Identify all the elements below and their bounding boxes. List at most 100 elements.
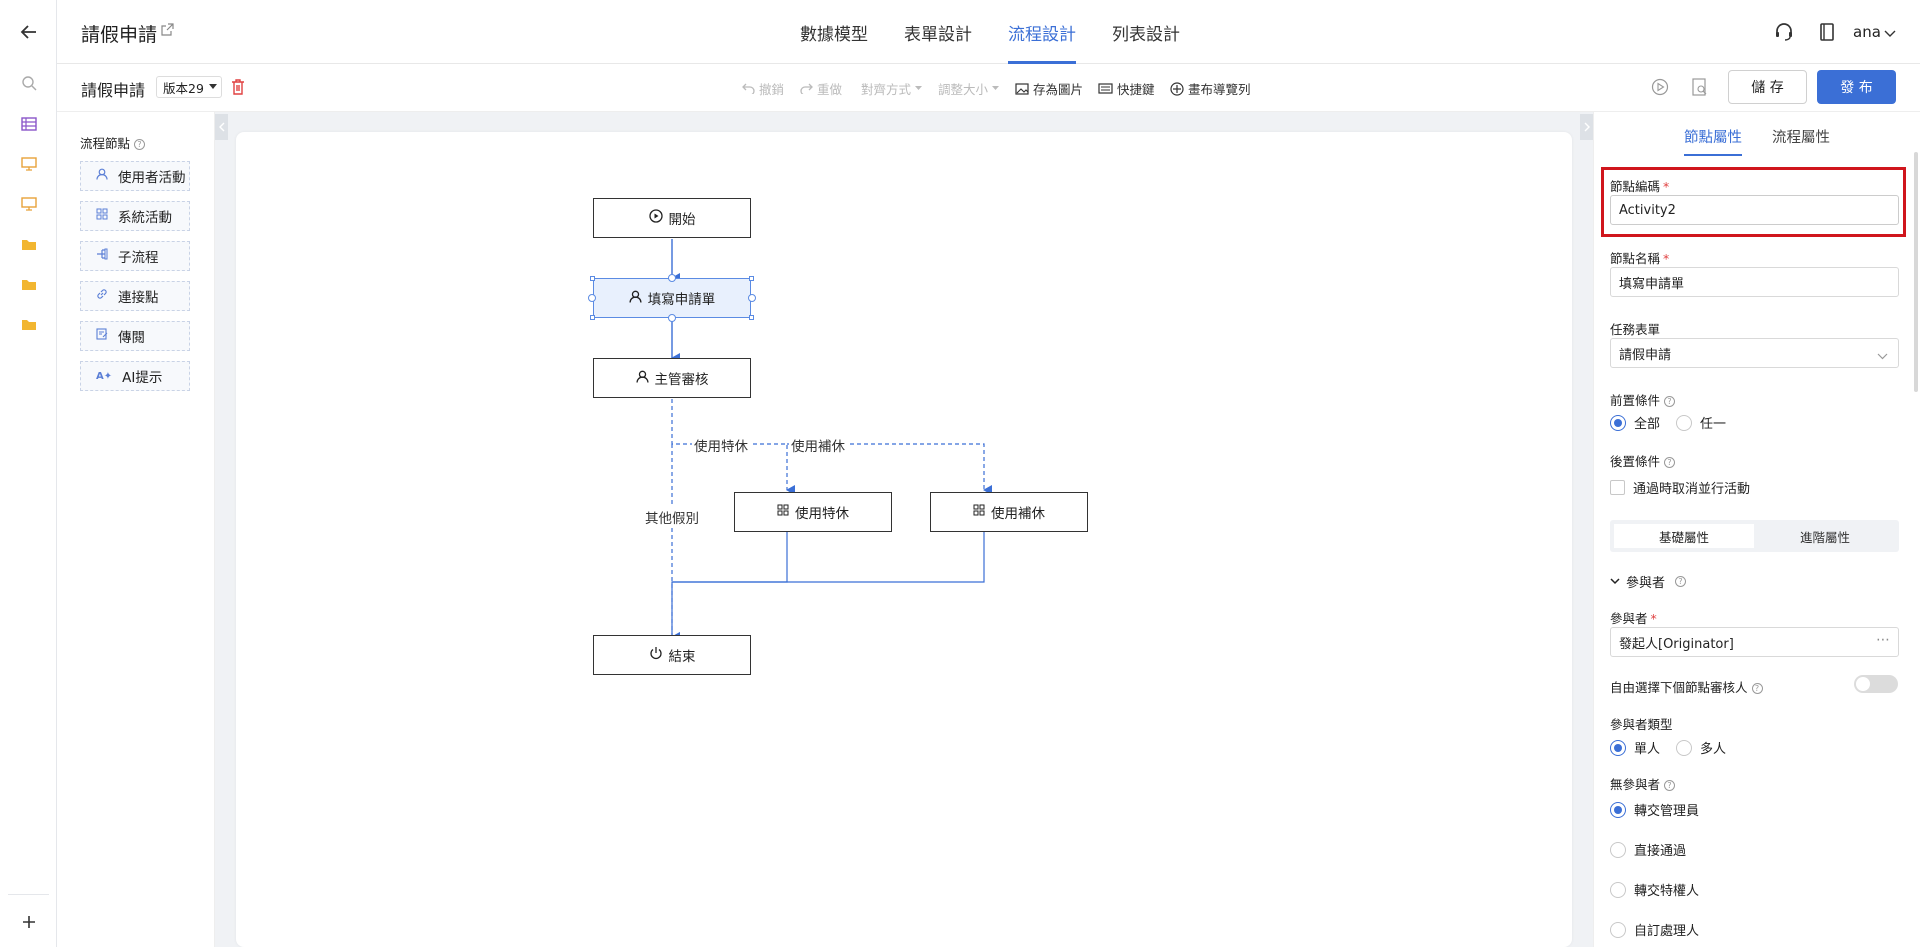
plus-icon[interactable] xyxy=(0,910,57,934)
screen-icon[interactable] xyxy=(0,192,57,216)
tab-data-model[interactable]: 數據模型 xyxy=(800,20,868,45)
radio-label: 單人 xyxy=(1634,742,1661,757)
resize-handle[interactable] xyxy=(590,276,595,281)
panel-scrollbar[interactable] xyxy=(1914,152,1918,392)
task-form-label: 任務表單 xyxy=(1610,322,1661,337)
shortcuts-label: 快捷鍵 xyxy=(1117,82,1155,97)
app-title: 請假申請 xyxy=(81,24,158,46)
no-participant-custom-radio[interactable]: 自訂處理人 xyxy=(1610,920,1699,939)
connect-handle[interactable] xyxy=(668,314,676,322)
checkbox-box xyxy=(1610,480,1625,495)
tab-form-design[interactable]: 表單設計 xyxy=(904,20,972,45)
radio-label: 任一 xyxy=(1700,417,1727,432)
save-button[interactable]: 儲 存 xyxy=(1728,70,1807,104)
palette-item-circulate[interactable]: 傳閱 xyxy=(80,321,190,351)
task-form-select[interactable]: 請假申請 xyxy=(1610,338,1899,368)
pre-cond-all-radio[interactable]: 全部 xyxy=(1610,413,1660,432)
subprocess-icon xyxy=(96,248,108,264)
resize-dropdown[interactable]: 調整大小 xyxy=(938,79,1000,98)
pre-cond-any-radio[interactable]: 任一 xyxy=(1676,413,1726,432)
help-icon[interactable]: ? xyxy=(1664,396,1676,407)
palette-item-system-activity[interactable]: 系統活動 xyxy=(80,201,190,231)
folder-icon[interactable] xyxy=(0,272,57,296)
participants-section-header[interactable]: 參與者? xyxy=(1610,572,1687,591)
connect-handle[interactable] xyxy=(748,294,756,302)
node-use-special-leave[interactable]: 使用特休 xyxy=(734,492,892,532)
node-code-label: 節點編碼 * xyxy=(1610,176,1669,195)
support-icon[interactable] xyxy=(1774,23,1794,45)
publish-button[interactable]: 發 布 xyxy=(1817,70,1896,104)
connect-handle[interactable] xyxy=(668,274,676,282)
collapse-left-handle[interactable] xyxy=(215,114,228,140)
help-icon[interactable]: ? xyxy=(1664,780,1676,791)
delete-icon[interactable] xyxy=(231,79,245,99)
node-fill-application[interactable]: 填寫申請單 xyxy=(593,278,751,318)
node-use-comp-leave[interactable]: 使用補休 xyxy=(930,492,1088,532)
resize-handle[interactable] xyxy=(590,315,595,320)
back-arrow-icon[interactable] xyxy=(0,20,57,44)
screen-icon[interactable] xyxy=(0,152,57,176)
help-icon[interactable]: ? xyxy=(134,139,146,150)
shortcuts-button[interactable]: 快捷鍵 xyxy=(1098,79,1155,98)
redo-button[interactable]: 重做 xyxy=(800,79,842,98)
help-icon[interactable]: ? xyxy=(1675,576,1687,587)
chevron-down-icon[interactable] xyxy=(1884,27,1896,42)
folder-icon[interactable] xyxy=(0,312,57,336)
participant-type-single-radio[interactable]: 單人 xyxy=(1610,738,1660,757)
folder-icon[interactable] xyxy=(0,232,57,256)
task-form-value: 請假申請 xyxy=(1619,347,1672,363)
cancel-parallel-checkbox[interactable]: 通過時取消並行活動 xyxy=(1610,478,1750,497)
no-participant-pass-radio[interactable]: 直接通過 xyxy=(1610,840,1686,859)
palette-item-user-activity[interactable]: 使用者活動 xyxy=(80,161,190,191)
flow-canvas[interactable]: 開始 填寫申請單 主管審核 使用特休 使用補休 結束 使用特休 使用補休 其他假… xyxy=(236,132,1572,947)
circulate-icon xyxy=(96,328,108,344)
free-select-toggle[interactable] xyxy=(1854,675,1898,693)
user-menu[interactable]: ana xyxy=(1853,23,1881,41)
resize-handle[interactable] xyxy=(749,315,754,320)
more-icon[interactable]: ⋯ xyxy=(1876,632,1890,648)
palette-item-connector[interactable]: 連接點 xyxy=(80,281,190,311)
version-select[interactable]: 版本29 xyxy=(156,76,222,98)
node-label: 主管審核 xyxy=(654,372,709,388)
node-code-input[interactable]: Activity2 xyxy=(1610,195,1899,225)
radio-label: 轉交管理員 xyxy=(1634,804,1700,819)
collapse-right-handle[interactable] xyxy=(1580,114,1593,140)
edge-label-other[interactable]: 其他假別 xyxy=(643,507,701,527)
play-icon[interactable] xyxy=(1651,78,1669,100)
undo-button[interactable]: 撤銷 xyxy=(742,79,784,98)
search-icon[interactable] xyxy=(0,71,57,95)
tab-process-properties[interactable]: 流程屬性 xyxy=(1772,126,1830,147)
node-name-input[interactable]: 填寫申請單 xyxy=(1610,267,1899,297)
align-dropdown[interactable]: 對齊方式 xyxy=(861,79,923,98)
palette-item-label: 傳閱 xyxy=(118,330,145,346)
participant-type-multi-radio[interactable]: 多人 xyxy=(1676,738,1726,757)
edge-label-comp[interactable]: 使用補休 xyxy=(789,435,847,455)
participant-input[interactable]: 發起人[Originator] ⋯ xyxy=(1610,627,1899,657)
palette-item-subprocess[interactable]: 子流程 xyxy=(80,241,190,271)
book-icon[interactable] xyxy=(1819,23,1835,45)
external-link-icon[interactable] xyxy=(161,23,174,40)
no-participant-privileged-radio[interactable]: 轉交特權人 xyxy=(1610,880,1699,899)
properties-panel: 節點屬性 流程屬性 節點編碼 * Activity2 節點名稱 * 填寫申請單 任務… xyxy=(1593,112,1920,947)
sub-tab-advanced[interactable]: 進階屬性 xyxy=(1755,524,1895,548)
grid-icon xyxy=(96,208,108,224)
node-manager-review[interactable]: 主管審核 xyxy=(593,358,751,398)
edge-label-special[interactable]: 使用特休 xyxy=(692,435,750,455)
tab-process-design[interactable]: 流程設計 xyxy=(1008,20,1076,64)
preview-doc-icon[interactable] xyxy=(1692,78,1708,100)
sub-tab-basic[interactable]: 基礎屬性 xyxy=(1614,524,1754,548)
node-end[interactable]: 結束 xyxy=(593,635,751,675)
node-start[interactable]: 開始 xyxy=(593,198,751,238)
resize-handle[interactable] xyxy=(749,276,754,281)
section-title: 參與者 xyxy=(1626,576,1666,591)
tab-list-design[interactable]: 列表設計 xyxy=(1112,20,1180,45)
help-icon[interactable]: ? xyxy=(1751,683,1763,694)
help-icon[interactable]: ? xyxy=(1664,457,1676,468)
canvas-nav-button[interactable]: 畫布導覽列 xyxy=(1170,79,1251,98)
connect-handle[interactable] xyxy=(588,294,596,302)
save-image-button[interactable]: 存為圖片 xyxy=(1015,79,1083,98)
tab-node-properties[interactable]: 節點屬性 xyxy=(1684,126,1742,147)
table-icon[interactable] xyxy=(0,112,57,136)
no-participant-admin-radio[interactable]: 轉交管理員 xyxy=(1610,800,1699,819)
palette-item-ai-prompt[interactable]: A✦ AI提示 xyxy=(80,361,190,391)
